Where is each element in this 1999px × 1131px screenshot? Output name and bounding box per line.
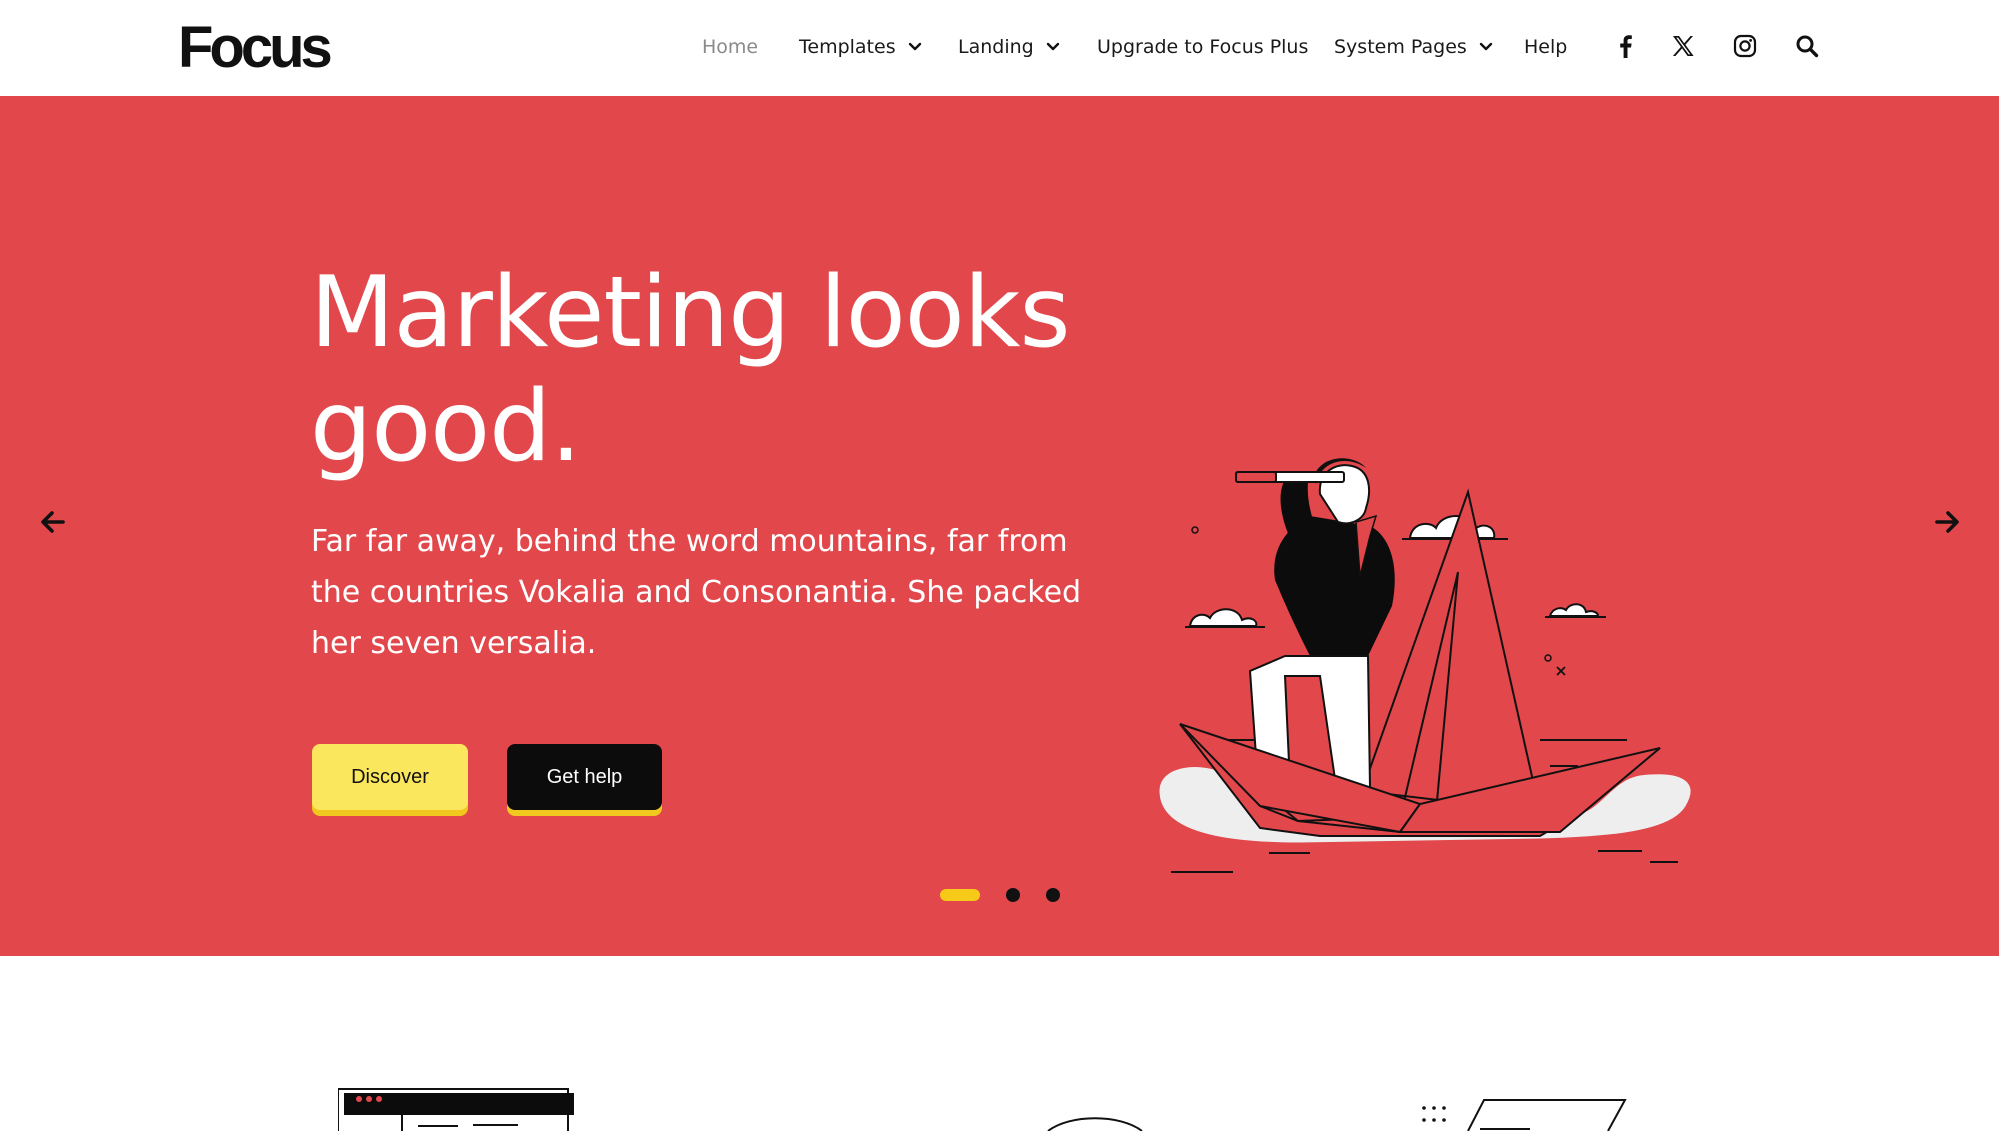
- nav-item-upgrade[interactable]: Upgrade to Focus Plus: [1097, 34, 1308, 60]
- nav-item-templates[interactable]: Templates: [799, 34, 924, 60]
- nav-item-label: Home: [702, 36, 759, 58]
- circle-icon: [1047, 1117, 1143, 1131]
- nav-item-label: System Pages: [1334, 36, 1467, 58]
- hero-title: Marketing looks good.: [310, 256, 1110, 484]
- arrow-left-icon[interactable]: [35, 504, 71, 540]
- hero-title-line: Marketing looks: [310, 256, 1071, 370]
- nav-item-home[interactable]: Home: [702, 34, 758, 60]
- hero-description: Far far away, behind the word mountains,…: [311, 524, 1082, 661]
- features-section: [0, 956, 1999, 1131]
- nav-item-help[interactable]: Help: [1524, 34, 1567, 60]
- hero-title-line: good.: [310, 370, 581, 484]
- chevron-down-icon: [1479, 42, 1492, 51]
- nav-item-label: Landing: [958, 36, 1034, 58]
- paper-boat-illustration: [1159, 458, 1691, 873]
- slide-dot-1[interactable]: [940, 889, 980, 901]
- chevron-down-icon: [908, 42, 921, 51]
- nav-item-landing[interactable]: Landing: [958, 34, 1062, 60]
- browser-window-icon: [338, 1088, 574, 1131]
- nav-item-label: Upgrade to Focus Plus: [1097, 36, 1309, 58]
- paper-plane-icon: [1422, 1099, 1627, 1131]
- x-icon[interactable]: [1667, 30, 1699, 62]
- site-header: Focus Home Templates Landing Upgrade to …: [0, 0, 1999, 96]
- arrow-right-icon[interactable]: [1929, 504, 1965, 540]
- nav-item-label: Help: [1524, 36, 1568, 58]
- instagram-icon[interactable]: [1729, 30, 1761, 62]
- nav-item-system-pages[interactable]: System Pages: [1334, 34, 1495, 60]
- main-navigation: Home Templates Landing Upgrade to Focus …: [0, 0, 1999, 96]
- facebook-icon[interactable]: [1609, 30, 1641, 62]
- nav-item-label: Templates: [799, 36, 896, 58]
- chevron-down-icon: [1046, 42, 1059, 51]
- hero-slider: Marketing looks good. Far far away, behi…: [0, 96, 1999, 956]
- slide-dot-3[interactable]: [1046, 888, 1060, 902]
- discover-button[interactable]: Discover: [312, 744, 468, 810]
- get-help-button[interactable]: Get help: [507, 744, 662, 810]
- slide-dot-2[interactable]: [1006, 888, 1020, 902]
- search-icon[interactable]: [1791, 30, 1823, 62]
